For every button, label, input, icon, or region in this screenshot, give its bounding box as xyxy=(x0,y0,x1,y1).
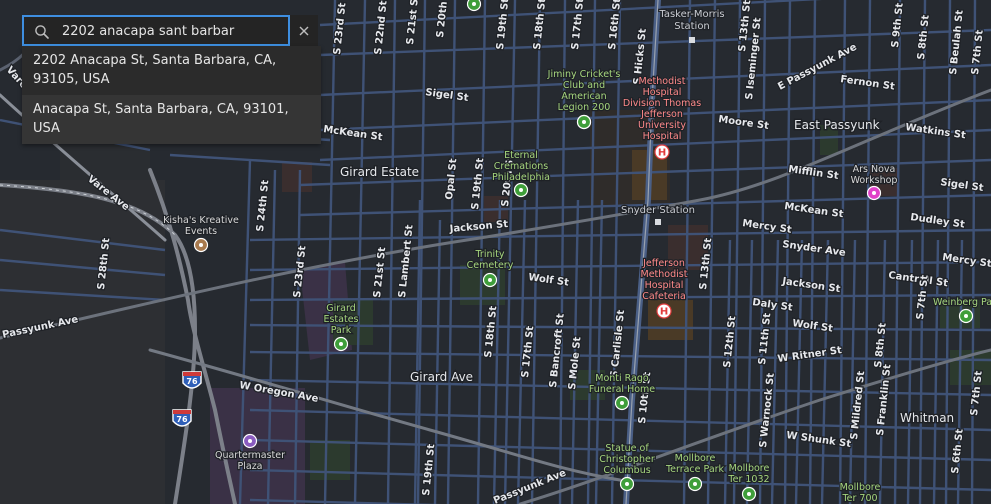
poi-label: American xyxy=(561,91,606,102)
poi-marker-park[interactable] xyxy=(333,336,349,352)
poi-label: Columbus xyxy=(603,465,650,476)
poi-label: Events xyxy=(185,226,217,237)
station-marker[interactable] xyxy=(689,37,695,43)
park-icon xyxy=(964,314,968,318)
poi-label: Park xyxy=(331,325,352,336)
poi-label: Cremations xyxy=(494,161,548,172)
search-field[interactable] xyxy=(22,15,290,46)
poi-label: Funeral Home xyxy=(589,384,655,395)
poi-label: Methodist xyxy=(641,269,688,280)
suggestions-list: 2202 Anacapa St, Santa Barbara, CA, 9310… xyxy=(22,46,321,144)
park-icon xyxy=(472,2,476,6)
close-icon xyxy=(299,26,309,35)
poi-marker-hospital[interactable]: H xyxy=(654,144,670,160)
poi-marker-park[interactable] xyxy=(614,395,630,411)
poi-label: Jefferson xyxy=(642,258,685,269)
park-icon xyxy=(582,120,586,124)
suggestion-item[interactable]: 2202 Anacapa St, Santa Barbara, CA, 9310… xyxy=(22,46,321,95)
place-icon xyxy=(199,243,203,247)
poi-label: Cafeteria xyxy=(642,291,686,302)
poi-marker-arts[interactable] xyxy=(866,185,882,201)
poi-label: Hospital xyxy=(643,131,682,142)
poi-label: Trinity xyxy=(475,249,505,260)
clear-search-button[interactable] xyxy=(290,15,318,46)
poi-label: Christopher xyxy=(599,454,655,465)
park-icon xyxy=(747,492,751,496)
area-label: Girard Ave xyxy=(410,370,473,384)
hospital-icon: H xyxy=(660,307,668,318)
search-icon xyxy=(35,25,49,39)
park-icon xyxy=(693,482,697,486)
poi-label: Jefferson xyxy=(640,109,683,120)
poi-marker-place[interactable] xyxy=(193,237,209,253)
shield-label: 76 xyxy=(186,377,198,386)
poi-marker-park[interactable] xyxy=(466,0,482,12)
arts-icon xyxy=(872,191,876,195)
poi-label: Mollbore xyxy=(729,463,770,474)
poi-label: Philadelphia xyxy=(492,172,550,183)
poi-label: Ter 700 xyxy=(841,493,877,504)
area-label: Whitman xyxy=(900,411,954,425)
park-icon xyxy=(620,401,624,405)
station-label: Snyder Station xyxy=(621,205,695,216)
poi-label: Ter 1032 xyxy=(727,474,769,485)
poi-label: Hospital xyxy=(645,280,684,291)
station-marker[interactable] xyxy=(655,219,661,225)
poi-label: Statue of xyxy=(605,443,649,454)
poi-label: Legion 200 xyxy=(558,102,611,113)
poi-marker-park[interactable] xyxy=(482,272,498,288)
poi-marker-park[interactable] xyxy=(741,486,757,502)
poi-label: Division Thomas xyxy=(623,98,701,109)
shield-label: 76 xyxy=(176,415,188,424)
station-label: Station xyxy=(674,21,710,32)
poi-marker-park[interactable] xyxy=(958,308,974,324)
poi-marker-park[interactable] xyxy=(513,182,529,198)
area-label: Girard Estate xyxy=(340,165,419,179)
poi-marker-hospital[interactable]: H xyxy=(656,303,672,319)
area-label: East Passyunk xyxy=(794,118,880,132)
poi-label: Cemetery xyxy=(467,260,514,271)
interstate-shield-icon: 76 xyxy=(172,409,192,427)
poi-label: Quartermaster xyxy=(215,450,285,461)
poi-label: Plaza xyxy=(238,461,263,472)
search-widget xyxy=(22,15,318,46)
park-icon xyxy=(339,342,343,346)
poi-label: Kisha's Kreative xyxy=(163,215,239,226)
poi-label: Ars Nova xyxy=(853,164,896,175)
poi-label: Monti Rago xyxy=(595,373,649,384)
poi-label: Methodist xyxy=(639,76,686,87)
station-label: Tasker-Morris xyxy=(658,9,724,20)
poi-label: Hospital xyxy=(643,87,682,98)
poi-label: Terrace Park xyxy=(665,464,725,475)
poi-marker-shopping[interactable] xyxy=(242,433,258,449)
poi-marker-park[interactable] xyxy=(576,114,592,130)
search-input[interactable] xyxy=(62,21,284,41)
park-icon xyxy=(625,482,629,486)
poi-label: Girard xyxy=(326,303,356,314)
park-icon xyxy=(488,278,492,282)
poi-label: Estates xyxy=(323,314,358,325)
interstate-shield-icon: 76 xyxy=(182,371,202,389)
suggestion-item[interactable]: Anacapa St, Santa Barbara, CA, 93101, US… xyxy=(22,95,321,144)
poi-label: Mollbore xyxy=(675,453,716,464)
hospital-icon: H xyxy=(658,148,666,159)
poi-marker-park[interactable] xyxy=(619,476,635,492)
poi-label: Mollbore xyxy=(840,482,881,493)
poi-label: Weinberg Park xyxy=(933,297,991,308)
park-icon xyxy=(519,188,523,192)
poi-label: Club and xyxy=(563,80,605,91)
poi-label: Workshop xyxy=(851,175,898,186)
poi-label: Jiminy Cricket's xyxy=(547,69,621,80)
poi-label: Eternal xyxy=(504,150,538,161)
shopping-icon xyxy=(248,439,252,443)
poi-marker-park[interactable] xyxy=(687,476,703,492)
poi-label: University xyxy=(638,120,686,131)
